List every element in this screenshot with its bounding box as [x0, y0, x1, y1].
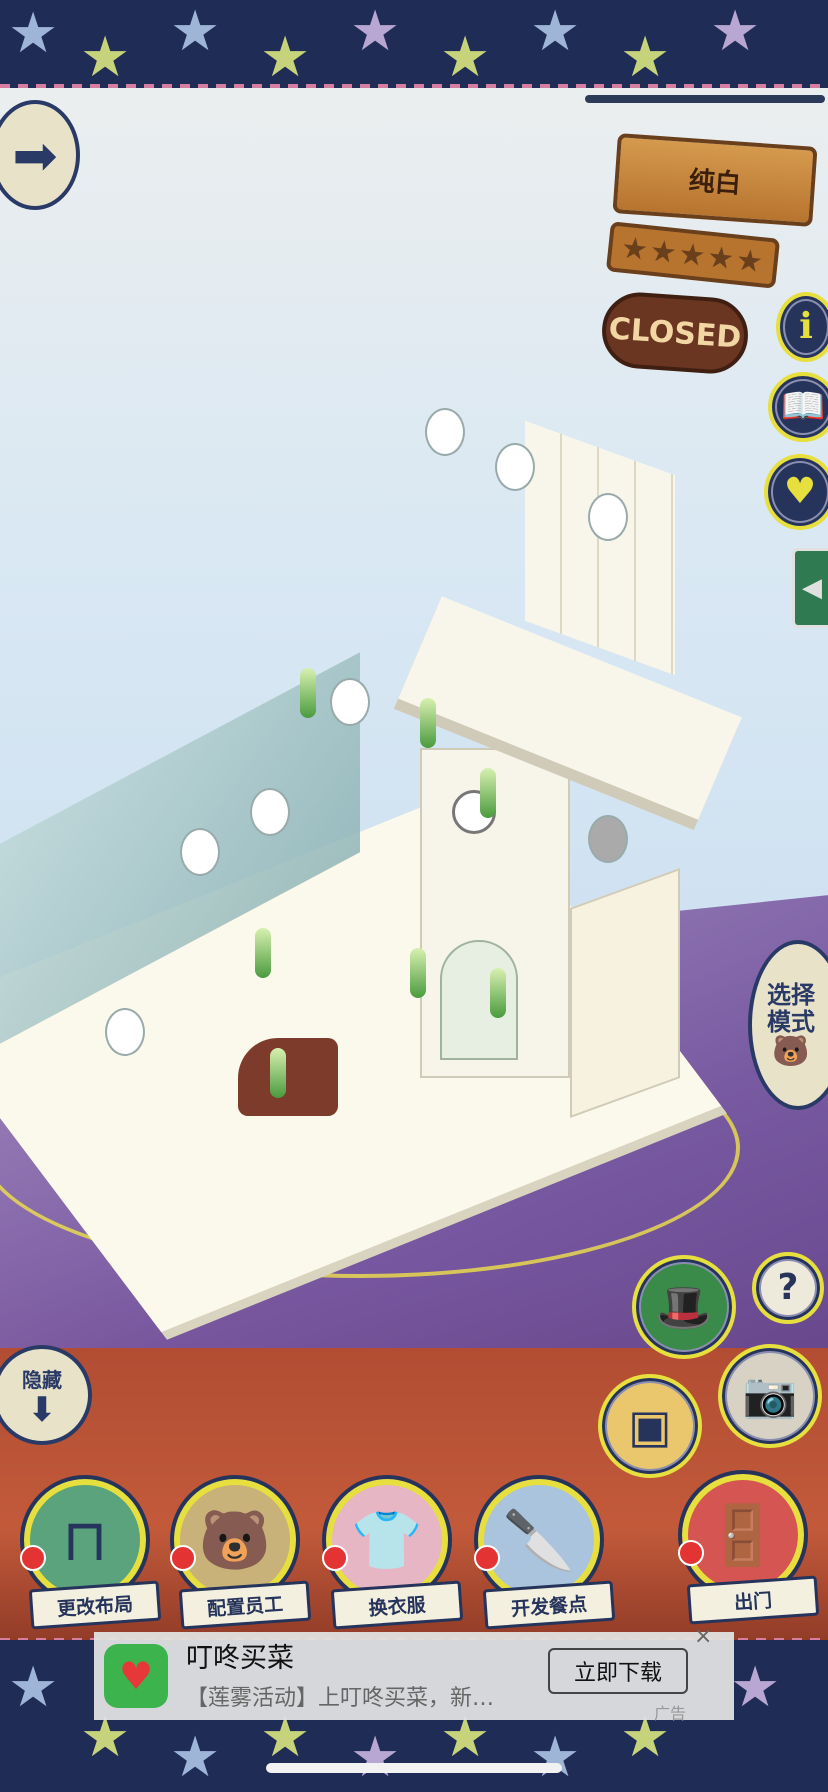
star-decoration: ★ — [350, 1725, 401, 1790]
star-decoration: ★ — [260, 25, 311, 90]
entrance-door — [440, 940, 518, 1060]
info-icon: ℹ — [799, 306, 813, 347]
staff-character[interactable] — [588, 815, 628, 863]
home-indicator[interactable] — [266, 1763, 562, 1773]
pin-icon — [170, 1545, 196, 1571]
pin-icon — [20, 1545, 46, 1571]
star-decoration: ★ — [530, 0, 581, 64]
grand-piano[interactable] — [238, 1038, 338, 1116]
mode-label-2: 模式 — [767, 1007, 815, 1036]
close-icon[interactable]: × — [694, 1624, 712, 1649]
download-button[interactable]: 立即下载 — [548, 1648, 688, 1694]
camera-button[interactable]: 📷 — [718, 1344, 822, 1448]
book-icon: 📖 — [780, 386, 826, 427]
star-decoration: ★ — [350, 0, 401, 64]
star-decoration: ★ — [710, 0, 761, 64]
plant-decoration — [270, 1048, 286, 1098]
menu-label: 换衣服 — [330, 1580, 464, 1630]
plant-decoration — [420, 698, 436, 748]
star-decoration: ★ — [620, 25, 671, 90]
star-decoration: ★ — [8, 1655, 59, 1720]
menu-assign-staff[interactable]: 🐻 配置员工 — [160, 1475, 312, 1645]
hide-label: 隐藏 — [22, 1367, 62, 1392]
staff-character[interactable] — [425, 408, 465, 456]
plant-decoration — [255, 928, 271, 978]
stage-wall — [525, 420, 675, 676]
staff-character[interactable] — [180, 828, 220, 876]
heart-icon: ♥ — [783, 471, 817, 512]
star-decoration: ★ — [80, 25, 131, 90]
menu-change-clothes[interactable]: 👕 换衣服 — [312, 1475, 464, 1645]
info-button[interactable]: ℹ — [776, 292, 828, 362]
ad-description: 【莲雾活动】上叮咚买菜，新… — [186, 1686, 495, 1711]
star-decoration: ★ — [730, 1655, 781, 1720]
pin-icon — [474, 1545, 500, 1571]
staff-character[interactable] — [588, 493, 628, 541]
staff-character[interactable] — [105, 1008, 145, 1056]
menu-label: 出门 — [686, 1575, 820, 1625]
picture-icon: ▣ — [628, 1399, 672, 1453]
top-star-border: ★ ★ ★ ★ ★ ★ ★ ★ ★ — [0, 0, 828, 90]
side-wall — [570, 867, 680, 1119]
app-logo-icon: ♥ — [104, 1644, 168, 1708]
menu-label: 配置员工 — [178, 1580, 312, 1630]
star-decoration: ★ — [8, 1, 59, 66]
hat-button[interactable]: 🎩 — [632, 1255, 736, 1359]
mode-label-1: 选择 — [767, 981, 815, 1010]
plant-decoration — [300, 668, 316, 718]
staff-character[interactable] — [495, 443, 535, 491]
ad-title: 叮咚买菜 — [186, 1643, 294, 1674]
arrow-down-icon: ⬇ — [27, 1389, 57, 1430]
plant-decoration — [410, 948, 426, 998]
plant-decoration — [480, 768, 496, 818]
pin-icon — [322, 1545, 348, 1571]
closed-status: CLOSED — [599, 290, 751, 376]
favorite-button[interactable]: ♥ — [764, 454, 828, 530]
ad-tag: 广告 — [654, 1704, 687, 1723]
help-button[interactable]: ? — [752, 1252, 824, 1324]
menu-go-out[interactable]: 🚪 出门 — [668, 1470, 820, 1640]
ad-banner[interactable]: ♥ 叮咚买菜 【莲雾活动】上叮咚买菜，新… 立即下载 × 广告 — [94, 1624, 734, 1723]
staff-character[interactable] — [250, 788, 290, 836]
question-icon: ? — [777, 1267, 799, 1308]
staff-character[interactable] — [330, 678, 370, 726]
hat-icon: 🎩 — [655, 1280, 713, 1334]
arrow-right-icon: ➡ — [12, 123, 58, 187]
star-decoration: ★ — [440, 25, 491, 90]
star-decoration: ★ — [530, 1725, 581, 1790]
star-decoration: ★ — [170, 0, 221, 64]
menu-label: 开发餐点 — [482, 1580, 616, 1630]
bear-icon: 🐻 — [772, 1033, 810, 1069]
rating-stars: ★★★★★ — [605, 221, 781, 289]
pin-icon — [678, 1540, 704, 1566]
star-decoration: ★ — [170, 1725, 221, 1790]
menu-develop-dishes[interactable]: 🔪 开发餐点 — [464, 1475, 616, 1645]
camera-icon: 📷 — [742, 1370, 798, 1421]
menu-change-layout[interactable]: ⊓ 更改布局 — [10, 1475, 162, 1645]
picture-button[interactable]: ▣ — [598, 1374, 702, 1478]
restaurant-name: 纯白 — [612, 133, 818, 227]
plant-decoration — [490, 968, 506, 1018]
collapse-tab[interactable]: ◀ — [792, 548, 828, 628]
chevron-left-icon: ◀ — [802, 573, 822, 603]
menu-label: 更改布局 — [28, 1580, 162, 1630]
sign-rod — [585, 95, 825, 103]
